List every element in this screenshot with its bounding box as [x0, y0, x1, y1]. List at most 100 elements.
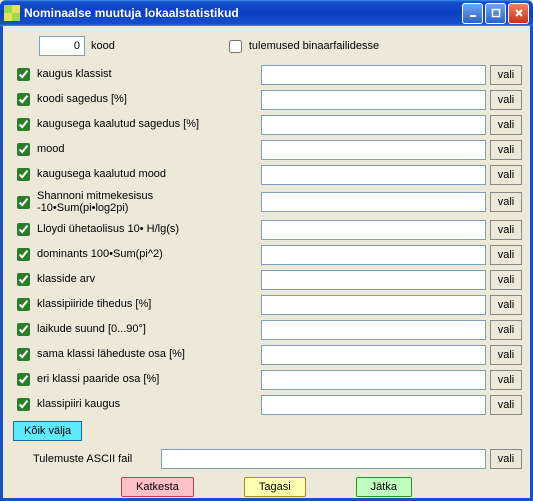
stat-label: Shannoni mitmekesisus -10•Sum(pi•log2pi): [37, 190, 153, 214]
window-controls: [462, 3, 529, 24]
dialog-body: kood tulemused binaarfailidesse kaugus k…: [0, 26, 533, 501]
stat-checkbox-label[interactable]: koodi sagedus [%]: [11, 90, 261, 109]
next-button[interactable]: Jätka: [356, 477, 412, 497]
ascii-label: Tulemuste ASCII fail: [33, 453, 161, 465]
stat-checkbox-label[interactable]: klasside arv: [11, 270, 261, 289]
stat-input[interactable]: [261, 65, 486, 85]
stat-label: klassipiiri kaugus: [37, 398, 120, 410]
stat-checkbox[interactable]: [17, 348, 30, 361]
vali-button[interactable]: vali: [490, 165, 522, 185]
stat-row: eri klassi paaride osa [%] vali: [11, 367, 522, 392]
vali-button[interactable]: vali: [490, 115, 522, 135]
stat-checkbox[interactable]: [17, 168, 30, 181]
app-icon: [4, 5, 20, 21]
stat-checkbox[interactable]: [17, 93, 30, 106]
vali-button[interactable]: vali: [490, 140, 522, 160]
stat-input[interactable]: [261, 140, 486, 160]
vali-button[interactable]: vali: [490, 295, 522, 315]
stat-row: Shannoni mitmekesisus -10•Sum(pi•log2pi)…: [11, 187, 522, 217]
vali-button[interactable]: vali: [490, 65, 522, 85]
binary-label: tulemused binaarfailidesse: [249, 40, 379, 52]
stat-checkbox[interactable]: [17, 298, 30, 311]
stat-input[interactable]: [261, 345, 486, 365]
stat-checkbox[interactable]: [17, 373, 30, 386]
stat-checkbox[interactable]: [17, 143, 30, 156]
stat-checkbox-label[interactable]: kaugusega kaalutud sagedus [%]: [11, 115, 261, 134]
stat-label: klassipiiride tihedus [%]: [37, 298, 151, 310]
stat-checkbox[interactable]: [17, 223, 30, 236]
stat-row: koodi sagedus [%] vali: [11, 87, 522, 112]
vali-button[interactable]: vali: [490, 220, 522, 240]
vali-button[interactable]: vali: [490, 370, 522, 390]
stat-checkbox[interactable]: [17, 118, 30, 131]
stat-label: koodi sagedus [%]: [37, 93, 127, 105]
titlebar: Nominaalse muutuja lokaalstatistikud: [0, 0, 533, 26]
stat-label: dominants 100•Sum(pi^2): [37, 248, 163, 260]
stat-checkbox-label[interactable]: laikude suund [0...90°]: [11, 320, 261, 339]
stat-checkbox[interactable]: [17, 68, 30, 81]
stat-row: sama klassi läheduste osa [%] vali: [11, 342, 522, 367]
vali-button[interactable]: vali: [490, 320, 522, 340]
maximize-button[interactable]: [485, 3, 506, 24]
ascii-row: Tulemuste ASCII fail vali: [33, 449, 522, 469]
stat-label: kaugus klassist: [37, 68, 112, 80]
stat-input[interactable]: [261, 220, 486, 240]
stat-row: klassipiiride tihedus [%] vali: [11, 292, 522, 317]
stat-input[interactable]: [261, 165, 486, 185]
koik-valja-button[interactable]: Kõik välja: [13, 421, 82, 441]
stat-input[interactable]: [261, 370, 486, 390]
stat-checkbox-label[interactable]: eri klassi paaride osa [%]: [11, 370, 261, 389]
ascii-input[interactable]: [161, 449, 486, 469]
stat-row: klassipiiri kaugus vali: [11, 392, 522, 417]
stat-input[interactable]: [261, 245, 486, 265]
vali-button[interactable]: vali: [490, 395, 522, 415]
stat-checkbox-label[interactable]: kaugusega kaalutud mood: [11, 165, 261, 184]
stat-input[interactable]: [261, 192, 486, 212]
stat-checkbox-label[interactable]: Lloydi ühetaolisus 10• H/lg(s): [11, 220, 261, 239]
stat-input[interactable]: [261, 270, 486, 290]
vali-button[interactable]: vali: [490, 270, 522, 290]
stat-row: kaugus klassist vali: [11, 62, 522, 87]
kood-label: kood: [91, 40, 115, 52]
binary-checkbox-row[interactable]: tulemused binaarfailidesse: [225, 37, 379, 56]
vali-button[interactable]: vali: [490, 192, 522, 212]
stat-checkbox-label[interactable]: dominants 100•Sum(pi^2): [11, 245, 261, 264]
stat-checkbox-label[interactable]: Shannoni mitmekesisus -10•Sum(pi•log2pi): [11, 190, 261, 214]
stat-checkbox[interactable]: [17, 273, 30, 286]
cancel-button[interactable]: Katkesta: [121, 477, 194, 497]
stat-input[interactable]: [261, 115, 486, 135]
stat-label: sama klassi läheduste osa [%]: [37, 348, 185, 360]
vali-button[interactable]: vali: [490, 345, 522, 365]
stat-row: kaugusega kaalutud mood vali: [11, 162, 522, 187]
stat-label: kaugusega kaalutud mood: [37, 168, 166, 180]
vali-button[interactable]: vali: [490, 90, 522, 110]
stat-row: mood vali: [11, 137, 522, 162]
stat-input[interactable]: [261, 90, 486, 110]
close-button[interactable]: [508, 3, 529, 24]
stat-row: Lloydi ühetaolisus 10• H/lg(s) vali: [11, 217, 522, 242]
back-button[interactable]: Tagasi: [244, 477, 306, 497]
stat-input[interactable]: [261, 295, 486, 315]
stat-checkbox-label[interactable]: kaugus klassist: [11, 65, 261, 84]
stat-input[interactable]: [261, 320, 486, 340]
stat-checkbox[interactable]: [17, 196, 30, 209]
ascii-vali-button[interactable]: vali: [490, 449, 522, 469]
stat-row: kaugusega kaalutud sagedus [%] vali: [11, 112, 522, 137]
stat-input[interactable]: [261, 395, 486, 415]
stat-label: eri klassi paaride osa [%]: [37, 373, 159, 385]
stat-checkbox-label[interactable]: klassipiiri kaugus: [11, 395, 261, 414]
stat-checkbox-label[interactable]: mood: [11, 140, 261, 159]
stat-label: mood: [37, 143, 65, 155]
stat-checkbox[interactable]: [17, 248, 30, 261]
stat-label: kaugusega kaalutud sagedus [%]: [37, 118, 199, 130]
stat-label: Lloydi ühetaolisus 10• H/lg(s): [37, 223, 179, 235]
stat-checkbox[interactable]: [17, 398, 30, 411]
stat-checkbox[interactable]: [17, 323, 30, 336]
binary-checkbox[interactable]: [229, 40, 242, 53]
stat-checkbox-label[interactable]: sama klassi läheduste osa [%]: [11, 345, 261, 364]
kood-input[interactable]: [39, 36, 85, 56]
stat-checkbox-label[interactable]: klassipiiride tihedus [%]: [11, 295, 261, 314]
stat-row: klasside arv vali: [11, 267, 522, 292]
vali-button[interactable]: vali: [490, 245, 522, 265]
minimize-button[interactable]: [462, 3, 483, 24]
